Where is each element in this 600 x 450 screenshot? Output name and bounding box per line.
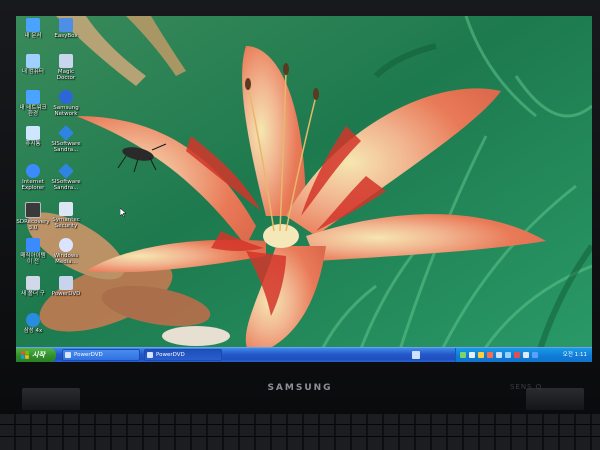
desktop-icon-symantec[interactable]: Symantec Security [49, 202, 83, 229]
desktop-icon-network[interactable]: 내 네트워크 환경 [16, 90, 50, 117]
taskbar-task-powerdvd[interactable]: PowerDVD [62, 349, 140, 361]
powerdvd-icon [59, 276, 73, 290]
desktop-icon-samsung-network[interactable]: Samsung Network [49, 90, 83, 117]
language-bar-icon[interactable] [412, 351, 420, 359]
system-tray: 오전 1:11 [455, 348, 592, 362]
tray-icon-app-3[interactable] [523, 352, 529, 358]
samsung-app-icon [26, 313, 40, 327]
tray-icon-app-2[interactable] [514, 352, 520, 358]
desktop-icon-powerdvd[interactable]: PowerDVD [49, 276, 83, 297]
powerdvd-icon [65, 352, 71, 358]
desktop-screen: 내 문서 내 컴퓨터 내 네트워크 환경 휴지통 Internet Explor… [16, 16, 592, 362]
magic-item-icon [26, 238, 40, 252]
desktop-icon-my-documents[interactable]: 내 문서 [16, 18, 50, 39]
desktop-icon-magic-item[interactable]: 매직아이템 이 전 [16, 238, 50, 265]
desktop-icon-my-computer[interactable]: 내 컴퓨터 [16, 54, 50, 75]
desktop-icon-label: 내 컴퓨터 [22, 69, 44, 75]
desktop-icon-sandra-2[interactable]: SISoftware Sandra... [49, 163, 83, 191]
sandra-icon [58, 125, 74, 141]
desktop-icon-label: Internet Explorer [21, 179, 45, 191]
my-computer-icon [26, 54, 40, 68]
tray-icon-battery[interactable] [478, 352, 484, 358]
taskbar: 시작 PowerDVD PowerDVD 오전 1:11 [16, 347, 592, 362]
desktop-icon-label: SISoftware Sandra... [51, 141, 81, 153]
start-button[interactable]: 시작 [16, 348, 56, 362]
folder-icon [26, 276, 40, 290]
tray-icon-volume[interactable] [469, 352, 475, 358]
network-icon [26, 90, 40, 104]
desktop-icon-internet-explorer[interactable]: Internet Explorer [16, 164, 50, 191]
tray-icon-app-4[interactable] [532, 352, 538, 358]
desktop-icon-folder[interactable]: 새 폴더 구 [16, 276, 50, 297]
desktop-icon-windows-media[interactable]: Windows Media... [49, 238, 83, 265]
windows-flag-icon [21, 351, 29, 359]
desktop-icon-label: 삼성 4x [23, 328, 43, 334]
tray-icon-app[interactable] [505, 352, 511, 358]
desktop-icon-label: 내 문서 [24, 33, 42, 39]
easybox-icon [59, 18, 73, 32]
desktop-icon-label: EasyBox [54, 33, 78, 39]
taskbar-task-powerdvd-active[interactable]: PowerDVD [144, 349, 222, 361]
sandra-icon [58, 163, 74, 179]
magic-doctor-icon [59, 54, 73, 68]
my-documents-icon [26, 18, 40, 32]
desktop-wallpaper [16, 16, 592, 362]
clock[interactable]: 오전 1:11 [563, 348, 587, 362]
tray-icon-security[interactable] [487, 352, 493, 358]
desktop-icon-label: 새 폴더 구 [21, 291, 45, 297]
start-button-label: 시작 [32, 351, 45, 359]
desktop-icon-label: Magic Doctor [56, 69, 76, 81]
desktop-icon-label: PowerDVD [51, 291, 81, 297]
desktop-icon-label: 매직아이템 이 전 [20, 253, 46, 265]
symantec-icon [59, 202, 73, 216]
tray-icon-display[interactable] [496, 352, 502, 358]
desktop-icon-label: Windows Media... [53, 253, 79, 265]
desktop-icon-label: Samsung Network [53, 105, 79, 117]
recycle-bin-icon [26, 126, 40, 140]
keyboard [0, 414, 600, 450]
model-logo: SENS Q [510, 383, 543, 391]
desktop-icon-samsung-app[interactable]: 삼성 4x [16, 313, 50, 334]
desktop-icon-label: SDRecovery 3.0 [16, 219, 50, 231]
samsung-network-icon [59, 90, 73, 104]
windows-media-icon [59, 238, 73, 252]
powerdvd-icon [147, 352, 153, 358]
mouse-cursor-icon [120, 208, 126, 217]
desktop-icon-recycle-bin[interactable]: 휴지통 [16, 126, 50, 147]
task-label: PowerDVD [74, 352, 103, 358]
desktop-icon-sd-recovery[interactable]: SDRecovery 3.0 [16, 202, 50, 231]
desktop-icon-label: 내 네트워크 환경 [19, 105, 47, 117]
desktop-icon-label: SISoftware Sandra... [51, 179, 81, 191]
desktop-icon-label: 휴지통 [25, 141, 41, 147]
desktop-icon-label: Symantec Security [52, 217, 80, 229]
sd-recovery-icon [25, 202, 41, 218]
internet-explorer-icon [26, 164, 40, 178]
task-label: PowerDVD [156, 352, 185, 358]
tray-icon-network[interactable] [460, 352, 466, 358]
desktop-icon-magic-doctor[interactable]: Magic Doctor [49, 54, 83, 81]
desktop-icon-easybox[interactable]: EasyBox [49, 18, 83, 39]
desktop-icon-sandra-1[interactable]: SISoftware Sandra... [49, 125, 83, 153]
